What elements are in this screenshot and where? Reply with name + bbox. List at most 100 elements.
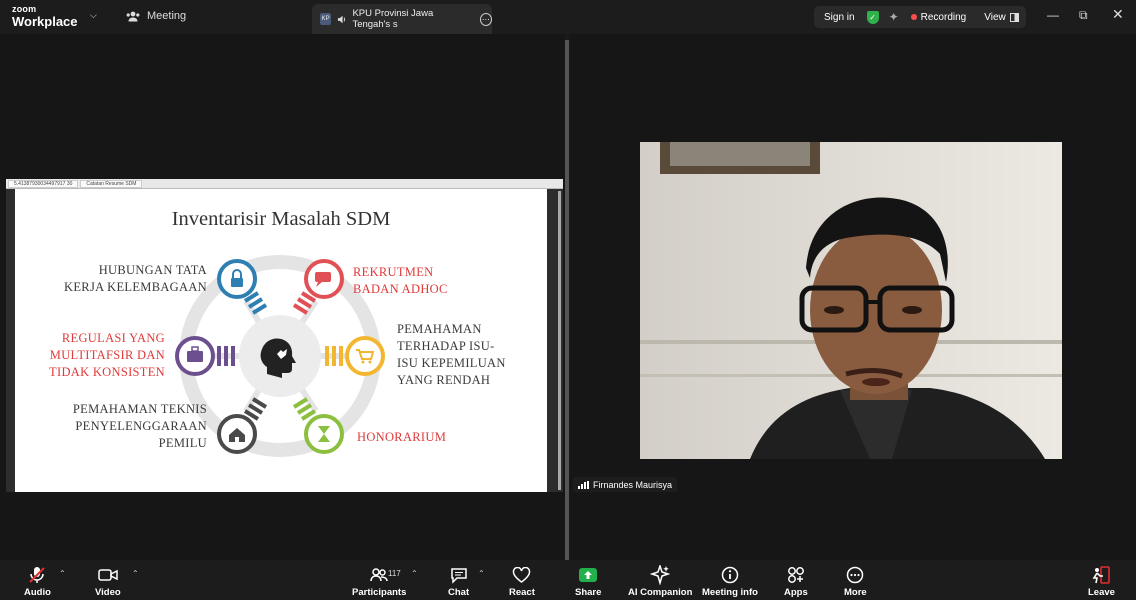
leave-button[interactable]: Leave [1088,565,1115,598]
shared-window: 5.41387930034497917 30 Catatan Resume SD… [6,179,563,492]
label-line: KERJA KELEMBAGAAN [64,280,207,294]
ai-companion-label: AI Companion [628,587,693,598]
shared-screen-pane: 5.41387930034497917 30 Catatan Resume SD… [0,34,565,560]
recording-indicator[interactable]: Recording [910,11,967,23]
label-line: REKRUTMEN [353,265,434,279]
mic-muted-icon [29,567,46,583]
shared-left-strip [6,189,15,492]
recording-dot-icon [910,14,917,20]
heart-icon [513,566,531,583]
tab-title: KPU Provinsi Jawa Tengah's s [352,8,434,30]
label-regulasi: REGULASI YANG MULTITAFSIR DAN TIDAK KONS… [35,330,165,381]
ai-companion-button[interactable]: AI Companion [628,565,692,598]
camera-icon [98,569,118,581]
security-shield-icon[interactable]: ✓ [866,10,879,24]
participants-count: 117 [388,569,401,578]
label-hubungan: HUBUNGAN TATA KERJA KELEMBAGAAN [55,262,207,296]
label-line: PEMAHAMAN TEKNIS [72,402,207,416]
more-label: More [844,587,867,598]
label-line: PEMAHAMAN [397,322,482,336]
apps-label: Apps [784,587,808,598]
recording-label: Recording [920,11,967,23]
more-icon [847,566,864,584]
label-line: MULTITAFSIR DAN [49,348,165,362]
ai-sparkle-icon[interactable]: ✦ [889,10,899,24]
meeting-toolbar: Audio ⌃ Video ⌃ Participants 117 ⌃ Chat … [0,560,1136,600]
video-caret-icon[interactable]: ⌃ [132,569,139,578]
participants-icon [370,568,388,582]
video-pane: Firnandes Maurisya [569,34,1136,560]
share-screen-icon [579,568,598,582]
label-line: REGULASI YANG [61,331,165,345]
label-line: BADAN ADHOC [353,282,448,296]
close-icon[interactable]: ✕ [1112,6,1124,23]
participants-caret-icon[interactable]: ⌃ [411,569,418,578]
meeting-people-icon [126,11,140,21]
react-button[interactable]: React [509,565,535,598]
header-actions: Sign in ✓ ✦ Recording View [814,6,1026,28]
label-line: HONORARIUM [357,430,447,444]
label-rekrutmen: REKRUTMEN BADAN ADHOC [353,264,493,298]
label-pemahaman-isu: PEMAHAMAN TERHADAP ISU- ISU KEPEMILUAN Y… [397,321,511,389]
meeting-nav[interactable]: Meeting [126,10,186,22]
participant-video[interactable] [640,142,1062,459]
tab-avatar: KP [320,13,332,25]
chevron-down-icon[interactable]: ⌵ [90,10,97,21]
title-bar: zoom Workplace ⌵ Meeting KP KPU Provinsi… [0,0,1136,34]
info-icon [721,566,739,584]
audio-button[interactable]: Audio [24,565,51,598]
label-line: PENYELENGGARAAN [75,419,207,433]
leave-icon [1093,566,1111,584]
label-line: YANG RENDAH [397,373,491,387]
chat-caret-icon[interactable]: ⌃ [478,569,485,578]
meeting-tab[interactable]: KP KPU Provinsi Jawa Tengah's s ⋯ [312,4,492,34]
bulb-purple-briefcase [175,336,235,376]
zoom-workplace-logo[interactable]: zoom Workplace [12,4,78,29]
meeting-info-button[interactable]: Meeting info [702,565,758,598]
video-button[interactable]: Video [95,565,121,598]
leave-label: Leave [1088,587,1115,598]
signal-bars-icon [578,480,589,489]
chat-button[interactable]: Chat [448,565,469,598]
meeting-nav-label: Meeting [147,10,187,22]
chat-icon [450,568,467,584]
minimize-icon[interactable]: — [1047,8,1059,22]
shared-browser-tabs: 5.41387930034497917 30 Catatan Resume SD… [6,179,563,189]
audio-caret-icon[interactable]: ⌃ [59,569,66,578]
share-label: Share [575,587,602,598]
shared-tab-1[interactable]: 5.41387930034497917 30 [8,179,79,188]
brand-top: zoom [12,4,37,14]
view-label: View [984,11,1006,23]
participants-label: Participants [352,587,407,598]
label-pemahaman-teknis: PEMAHAMAN TEKNIS PENYELENGGARAAN PEMILU [55,401,207,452]
tab-more-icon[interactable]: ⋯ [479,12,492,26]
label-line: ISU KEPEMILUAN [397,356,506,370]
label-line: TERHADAP ISU- [397,339,495,353]
chat-label: Chat [448,587,470,598]
view-grid-icon [1009,12,1019,22]
ai-companion-icon [650,565,671,585]
label-line: HUBUNGAN TATA [98,263,207,277]
participant-name: Firnandes Maurisya [593,479,673,490]
restore-icon[interactable]: ⧉ [1079,8,1088,23]
meeting-info-label: Meeting info [702,587,758,598]
apps-icon [787,567,804,583]
label-line: TIDAK KONSISTEN [49,365,165,379]
react-label: React [509,587,535,598]
label-line: PEMILU [158,436,207,450]
shared-scrollbar[interactable] [558,191,561,490]
apps-button[interactable]: Apps [784,565,808,598]
brand-bottom: Workplace [12,14,78,29]
sign-in-button[interactable]: Sign in [814,12,865,23]
more-button[interactable]: More [844,565,867,598]
video-frame [640,142,1062,459]
speaker-icon [338,15,346,23]
share-button[interactable]: Share [575,565,601,598]
participant-name-tag: Firnandes Maurisya [573,477,678,492]
view-button[interactable]: View [984,12,1019,23]
audio-label: Audio [24,587,51,598]
video-label: Video [95,587,121,598]
label-honorarium: HONORARIUM [357,429,477,446]
presentation-slide: Inventarisir Masalah SDM HUBUNGAN TATA K… [15,189,547,492]
shared-tab-2[interactable]: Catatan Resume SDM [80,179,143,188]
